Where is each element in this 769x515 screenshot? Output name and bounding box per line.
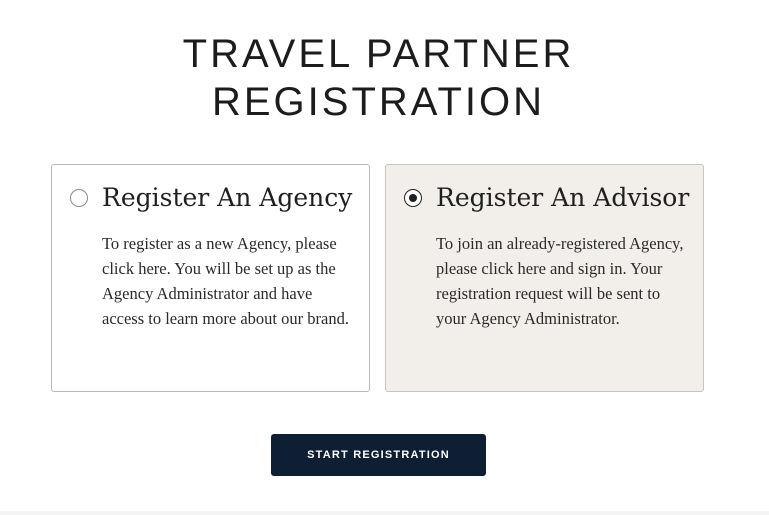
advisor-radio-button[interactable]	[404, 189, 422, 207]
start-registration-button[interactable]: START REGISTRATION	[271, 434, 486, 476]
register-advisor-card[interactable]: Register An Advisor To join an already-r…	[385, 164, 704, 392]
page-bottom-divider	[0, 511, 769, 515]
advisor-card-description: To join an already-registered Agency, pl…	[436, 234, 684, 328]
agency-card-heading: Register An Agency	[102, 183, 353, 212]
page-title-line-1: TRAVEL PARTNER	[182, 32, 575, 76]
radio-selected-dot-icon	[408, 193, 417, 202]
register-agency-card[interactable]: Register An Agency To register as a new …	[51, 164, 370, 392]
page-title-line-2: REGISTRATION	[211, 80, 546, 124]
page-title: TRAVEL PARTNER REGISTRATION	[0, 30, 757, 126]
agency-card-description: To register as a new Agency, please clic…	[102, 234, 349, 328]
agency-radio-button[interactable]	[70, 189, 88, 207]
advisor-card-heading: Register An Advisor	[436, 183, 690, 212]
